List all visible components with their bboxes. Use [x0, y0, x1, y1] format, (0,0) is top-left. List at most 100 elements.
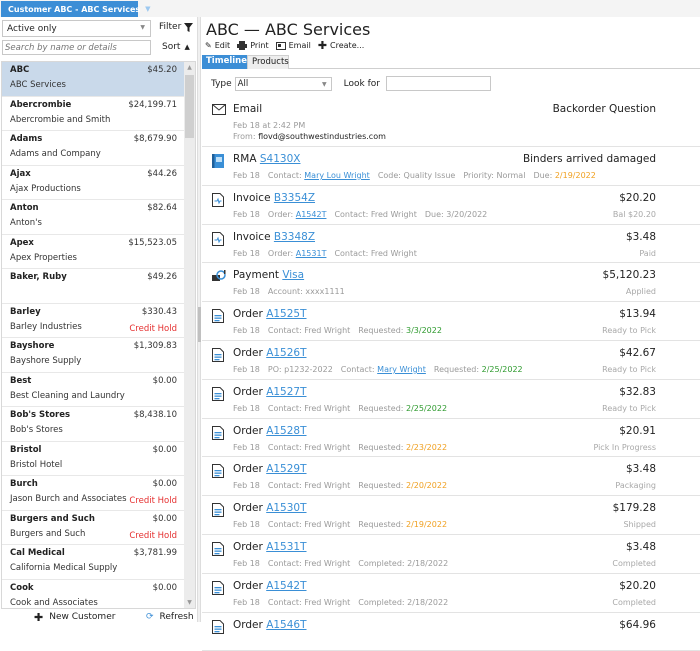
tab-products[interactable]: Products [247, 55, 289, 69]
order-document-icon [212, 580, 226, 595]
detail-text: Requested: [358, 403, 407, 413]
customer-list-item[interactable]: Burch $0.00 Jason Burch and Associates Cred… [2, 476, 185, 511]
timeline-item-link[interactable]: B3354Z [274, 192, 315, 204]
customer-search-input[interactable] [2, 40, 151, 55]
refresh-button[interactable]: ⟳ Refresh [146, 612, 194, 622]
timeline-item-link[interactable]: B3348Z [274, 231, 315, 243]
active-filter-select[interactable]: Active only ▼ [2, 20, 151, 37]
customer-list-scrollbar[interactable]: ▲ ▼ [184, 62, 195, 608]
customer-list-item[interactable]: Cook $0.00 Cook and Associates [2, 579, 185, 608]
customer-list-item[interactable]: Burgers and Such $0.00 Burgers and Such Cre… [2, 510, 185, 545]
email-button[interactable]: Email [275, 41, 311, 50]
timeline-item-title: Invoice B3354Z [233, 192, 315, 204]
customer-balance: $49.26 [147, 272, 177, 282]
timeline-item-link[interactable]: A1546T [266, 619, 306, 631]
customer-list-item[interactable]: Ajax $44.26 Ajax Productions [2, 165, 185, 200]
timeline-item-type: Order [233, 540, 263, 553]
detail-text: Order: [267, 209, 296, 219]
timeline-item-status: Shipped [623, 520, 656, 530]
rma-book-icon [212, 154, 226, 168]
email-subject: Backorder Question [552, 103, 656, 115]
timeline-item-link[interactable]: A1526T [266, 347, 306, 359]
detail-link[interactable]: A1542T [296, 210, 327, 219]
detail-text: Feb 18 [233, 558, 260, 568]
timeline-item-link[interactable]: A1527T [266, 386, 306, 398]
customer-list-item[interactable]: Baker, Ruby $49.26 [2, 269, 185, 304]
timeline-item-title: Order A1528T [233, 425, 307, 437]
timeline-item-link[interactable]: A1529T [266, 463, 306, 475]
timeline-item-type: Order [233, 463, 263, 476]
timeline-item-order[interactable]: Order A1542T $20.20 Feb 18 Contact: Fred Wr… [202, 574, 700, 613]
timeline-item-order[interactable]: Order A1531T $3.48 Feb 18 Contact: Fred Wri… [202, 535, 700, 574]
pencil-icon: ✎ [205, 41, 212, 50]
customer-full-name: Cook and Associates [10, 597, 98, 608]
sort-button[interactable]: Sort ▲ [162, 42, 190, 52]
tab-timeline[interactable]: Timeline [202, 55, 247, 69]
refresh-icon: ⟳ [146, 612, 154, 622]
scroll-up-icon[interactable]: ▲ [185, 64, 194, 71]
timeline-item-details: Feb 18 Contact: Fred Wright Completed: 2/1… [233, 559, 448, 568]
edit-button[interactable]: ✎ Edit [205, 41, 230, 50]
customer-list-item[interactable]: Adams $8,679.90 Adams and Company [2, 131, 185, 166]
timeline-item-link[interactable]: A1542T [266, 580, 306, 592]
timeline-item-order[interactable]: Order A1529T $3.48 Feb 18 Contact: Fred Wri… [202, 457, 700, 497]
detail-text: Contact: Fred Wright [267, 520, 351, 530]
timeline-item-status: Paid [639, 248, 656, 258]
filter-button[interactable]: Filter [159, 22, 194, 32]
order-document-icon [212, 309, 226, 324]
timeline-item-type: Invoice [233, 230, 271, 243]
timeline-item-order[interactable]: Order A1527T $32.83 Feb 18 Contact: Fred Wr… [202, 380, 700, 419]
type-select[interactable]: All ▼ [234, 76, 332, 91]
customer-list-item[interactable]: Bristol $0.00 Bristol Hotel [2, 441, 185, 476]
timeline-item-order[interactable]: Order A1525T $13.94 Feb 18 Contact: Fred Wr… [202, 302, 700, 341]
panel-splitter[interactable] [197, 17, 201, 622]
detail-link[interactable]: A1531T [296, 249, 327, 258]
customer-list-item[interactable]: ABC $45.20 ABC Services [2, 62, 185, 97]
create-button[interactable]: ✚ Create... [318, 40, 364, 51]
timeline-item-link[interactable]: Visa [282, 269, 304, 281]
timeline-item-title: Order A1526T [233, 347, 307, 359]
timeline-item-order[interactable]: Order A1530T $179.28 Feb 18 Contact: Fred W… [202, 496, 700, 535]
timeline-item-link[interactable]: A1531T [266, 541, 306, 553]
timeline-item-order[interactable]: Order A1546T $64.96 [202, 613, 700, 651]
email-card-icon [275, 41, 286, 50]
customer-window-tab[interactable]: Customer ABC - ABC Services ▼ [1, 1, 151, 17]
timeline-item-order[interactable]: Order A1526T $42.67 Feb 18 PO: p1232-2022 Co… [202, 341, 700, 380]
window-tab-title: Customer ABC - ABC Services [8, 4, 141, 14]
scrollbar-thumb[interactable] [185, 75, 194, 138]
new-customer-button[interactable]: ✚ New Customer [34, 612, 115, 623]
customer-balance: $3,781.99 [133, 548, 177, 558]
credit-hold-badge: Credit Hold [129, 323, 177, 334]
timeline-item-invoice[interactable]: Invoice B3348Z $3.48 Feb 18 Order: A1531T Co… [202, 225, 700, 264]
customer-list-item[interactable]: Cal Medical $3,781.99 California Medical S… [2, 545, 185, 580]
print-button[interactable]: Print [237, 41, 269, 50]
customer-list-item[interactable]: Bayshore $1,309.83 Bayshore Supply [2, 338, 185, 373]
detail-date-value: 2/19/2022 [406, 520, 448, 530]
timeline-item-rma[interactable]: RMA S4130X Binders arrived damaged Feb 18 C… [202, 147, 700, 186]
customer-list-item[interactable]: Barley $330.43 Barley Industries Credit Hol… [2, 303, 185, 338]
timeline-item-email[interactable]: Email Backorder Question Feb 18 at 2:42 PM… [202, 97, 700, 147]
customer-list-item[interactable]: Best $0.00 Best Cleaning and Laundry [2, 372, 185, 407]
timeline-item-link[interactable]: S4130X [260, 153, 301, 165]
timeline-item-amount: $42.67 [619, 346, 656, 359]
timeline-item-link[interactable]: A1530T [266, 502, 306, 514]
timeline-item-link[interactable]: A1528T [266, 425, 306, 437]
customer-full-name: Bob's Stores [10, 425, 63, 435]
timeline-item-link[interactable]: A1525T [266, 308, 306, 320]
look-for-input[interactable] [386, 76, 491, 91]
customer-list-item[interactable]: Apex $15,523.05 Apex Properties [2, 234, 185, 269]
timeline-item-invoice[interactable]: Invoice B3354Z $20.20 Feb 18 Order: A1542T C… [202, 186, 700, 225]
customer-list-item[interactable]: Abercrombie $24,199.71 Abercrombie and Smi… [2, 96, 185, 131]
splitter-grip[interactable] [198, 307, 201, 342]
from-address: flovd@southwestindustries.com [258, 132, 386, 141]
scroll-down-icon[interactable]: ▼ [185, 599, 194, 606]
filter-label: Filter [159, 22, 182, 32]
detail-link[interactable]: Mary Wright [377, 365, 426, 374]
timeline-item-payment[interactable]: Payment Visa $5,120.23 Feb 18 Account: xxxx… [202, 263, 700, 303]
detail-link[interactable]: Mary Lou Wright [304, 171, 370, 180]
timeline-item-details: Feb 18 PO: p1232-2022 Contact: Mary Wright… [233, 365, 523, 374]
customer-list-item[interactable]: Bob's Stores $8,438.10 Bob's Stores [2, 407, 185, 442]
timeline-item-order[interactable]: Order A1528T $20.91 Feb 18 Contact: Fred Wr… [202, 419, 700, 458]
chevron-down-icon[interactable]: ▼ [145, 5, 150, 13]
customer-list-item[interactable]: Anton $82.64 Anton's [2, 200, 185, 235]
